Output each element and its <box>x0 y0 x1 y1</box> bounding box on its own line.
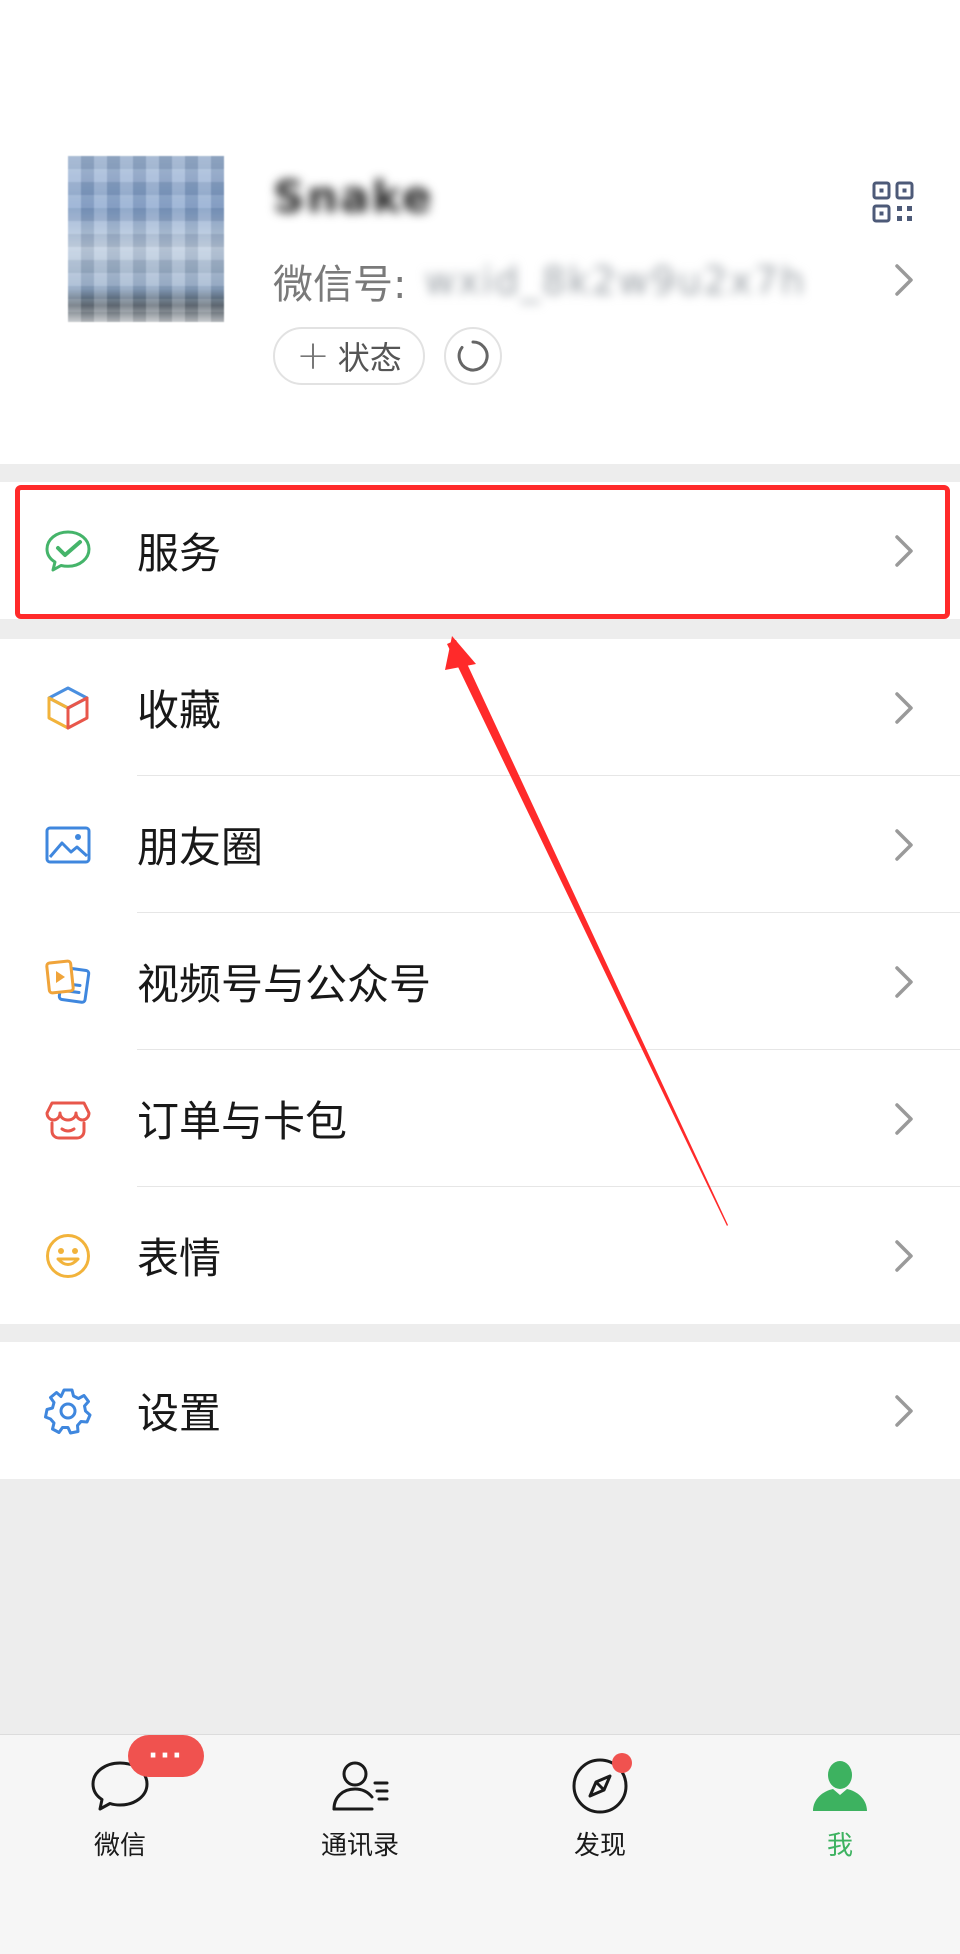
chevron-right-icon <box>895 534 913 567</box>
chevron-right-icon <box>895 1394 913 1427</box>
chat-unread-badge: ··· <box>128 1735 204 1777</box>
menu-item-settings[interactable]: 设置 <box>0 1342 960 1479</box>
add-status-button[interactable]: + 状态 <box>273 327 425 385</box>
tab-label: 通讯录 <box>320 1831 399 1861</box>
favorites-cube-icon <box>47 686 89 729</box>
chevron-right-icon <box>895 1102 913 1135</box>
discover-new-dot <box>612 1753 632 1773</box>
features-group: 收藏 朋友圈 视频号与公众号 订单与卡包 表情 <box>0 639 960 1324</box>
menu-item-label: 服务 <box>137 529 222 578</box>
status-button-label: 状态 <box>337 339 402 377</box>
tab-contacts[interactable]: 通讯录 <box>240 1755 480 1865</box>
menu-item-channels[interactable]: 视频号与公众号 <box>0 913 960 1050</box>
service-group: 服务 <box>0 482 960 619</box>
orders-cards-icon <box>45 1101 91 1139</box>
menu-item-emoji[interactable]: 表情 <box>0 1187 960 1324</box>
menu-item-service[interactable]: 服务 <box>0 482 960 619</box>
emoji-smile-icon <box>46 1233 90 1278</box>
chevron-right-icon <box>895 1239 913 1272</box>
nickname: Snake <box>273 172 434 223</box>
menu-item-label: 收藏 <box>137 686 222 735</box>
settings-gear-icon <box>44 1388 92 1434</box>
tab-label: 发现 <box>573 1831 626 1861</box>
menu-item-label: 朋友圈 <box>137 823 264 872</box>
tab-me[interactable]: 我 <box>720 1755 960 1865</box>
menu-item-label: 表情 <box>137 1234 222 1283</box>
tab-chats[interactable]: 微信 <box>0 1755 240 1865</box>
menu-item-orders[interactable]: 订单与卡包 <box>0 1050 960 1187</box>
chevron-right-icon <box>895 691 913 724</box>
tab-discover[interactable]: 发现 <box>480 1755 720 1865</box>
menu-item-moments[interactable]: 朋友圈 <box>0 776 960 913</box>
wechat-id-label: 微信号: <box>273 262 407 308</box>
plus-icon: + <box>296 333 330 379</box>
wechat-pay-icon <box>45 530 91 571</box>
menu-item-label: 视频号与公众号 <box>137 960 432 1009</box>
chevron-right-icon <box>895 828 913 861</box>
tab-label: 我 <box>826 1831 853 1861</box>
channels-icon <box>45 959 91 1004</box>
status-ring-button[interactable] <box>444 327 502 385</box>
tab-label: 微信 <box>93 1831 146 1861</box>
chevron-right-icon <box>895 264 913 296</box>
me-person-icon <box>813 1761 867 1811</box>
profile-header[interactable]: Snake 微信号: wxid_8k2w9u2x7h + 状态 <box>0 0 960 464</box>
wechat-id-row: 微信号: wxid_8k2w9u2x7h <box>273 252 806 310</box>
contacts-icon <box>332 1761 389 1811</box>
menu-item-label: 订单与卡包 <box>137 1097 348 1146</box>
settings-group: 设置 <box>0 1342 960 1479</box>
chevron-right-icon <box>895 965 913 998</box>
menu-item-favorites[interactable]: 收藏 <box>0 639 960 776</box>
wechat-id-value: wxid_8k2w9u2x7h <box>424 259 807 303</box>
moments-image-icon <box>45 826 91 863</box>
qr-code-icon[interactable] <box>872 181 914 223</box>
avatar[interactable] <box>68 156 224 322</box>
menu-item-label: 设置 <box>137 1389 222 1438</box>
loading-ring-icon <box>457 340 489 372</box>
